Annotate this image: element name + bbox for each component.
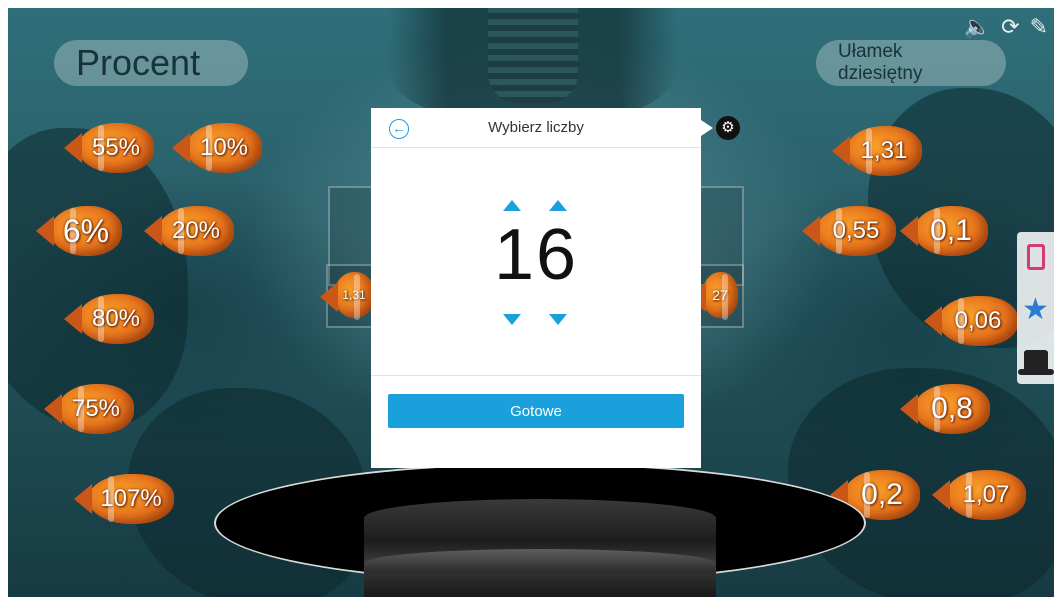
percent-label-text: Procent bbox=[76, 42, 201, 83]
background-rock bbox=[8, 128, 188, 428]
fish-decimal[interactable]: 0,8 bbox=[900, 384, 990, 434]
dialog-header: ← Wybierz liczby bbox=[371, 108, 701, 148]
arrow-left-circle-icon[interactable]: ← bbox=[389, 119, 409, 139]
fish-value: 20% bbox=[171, 217, 221, 244]
fish-value: 75% bbox=[71, 395, 121, 422]
magic-hat-icon[interactable] bbox=[1017, 349, 1054, 375]
fish-percent[interactable]: 10% bbox=[172, 123, 262, 173]
background-pipe bbox=[488, 8, 578, 103]
tens-increment-arrow[interactable] bbox=[503, 200, 521, 211]
fish-decimal[interactable]: 0,55 bbox=[802, 206, 896, 256]
fish-value: 1,31 bbox=[860, 137, 908, 164]
units-increment-arrow[interactable] bbox=[549, 200, 567, 211]
refresh-icon[interactable]: ⟳ bbox=[1001, 14, 1019, 40]
gear-icon[interactable]: ⚙ bbox=[716, 116, 740, 140]
top-toolbar: 🔈 ⟳ ✎ bbox=[964, 14, 1048, 40]
fish-percent[interactable]: 6% bbox=[36, 206, 122, 256]
fish-partial[interactable]: 1,31 bbox=[320, 272, 374, 320]
fish-value: 1,07 bbox=[962, 481, 1010, 508]
fish-value: 1,31 bbox=[342, 288, 366, 302]
fish-value: 0,2 bbox=[861, 478, 903, 511]
percent-column-label: Procent bbox=[54, 40, 248, 86]
fish-partial[interactable]: 27 bbox=[688, 272, 738, 320]
fish-decimal[interactable]: 1,31 bbox=[832, 126, 922, 176]
fish-percent[interactable]: 75% bbox=[44, 384, 134, 434]
fish-value: 107% bbox=[100, 485, 162, 512]
units-decrement-arrow[interactable] bbox=[549, 314, 567, 325]
star-icon[interactable]: ★ bbox=[1022, 294, 1049, 325]
fish-decimal[interactable]: 1,07 bbox=[932, 470, 1026, 520]
pencil-icon[interactable]: ✎ bbox=[1030, 14, 1048, 40]
fish-percent[interactable]: 20% bbox=[144, 206, 234, 256]
number-picker-dialog: ← Wybierz liczby 16 Gotowe bbox=[371, 108, 701, 468]
fish-value: 0,8 bbox=[931, 392, 973, 425]
fish-value: 27 bbox=[712, 287, 728, 303]
tens-decrement-arrow[interactable] bbox=[503, 314, 521, 325]
magic-hat-crown bbox=[364, 499, 716, 597]
fish-value: 80% bbox=[91, 305, 141, 332]
fish-value: 10% bbox=[199, 134, 249, 161]
decimal-column-label: Ułamek dziesiętny bbox=[816, 40, 1006, 86]
side-tool-panel: ★ bbox=[1017, 232, 1054, 384]
fish-percent[interactable]: 55% bbox=[64, 123, 154, 173]
card-icon[interactable] bbox=[1026, 244, 1045, 271]
fish-value: 0,1 bbox=[930, 214, 972, 247]
fish-decimal[interactable]: 0,06 bbox=[924, 296, 1018, 346]
done-button[interactable]: Gotowe bbox=[388, 394, 684, 428]
dialog-title: Wybierz liczby bbox=[488, 119, 584, 136]
decimal-label-text: Ułamek dziesiętny bbox=[838, 41, 923, 84]
dialog-pointer bbox=[701, 120, 713, 136]
fish-percent[interactable]: 107% bbox=[74, 474, 174, 524]
magic-hat bbox=[214, 463, 866, 597]
fish-value: 55% bbox=[91, 134, 141, 161]
picker-value: 16 bbox=[493, 215, 579, 295]
fish-decimal[interactable]: 0,1 bbox=[900, 206, 988, 256]
speaker-icon[interactable]: 🔈 bbox=[964, 14, 991, 40]
done-button-label: Gotowe bbox=[510, 402, 562, 420]
answer-slot-with-fish: 27 bbox=[688, 264, 744, 328]
fish-percent[interactable]: 80% bbox=[64, 294, 154, 344]
fish-value: 0,55 bbox=[832, 217, 880, 244]
fish-value: 0,06 bbox=[954, 307, 1002, 334]
number-picker: 16 bbox=[371, 148, 701, 376]
fish-value: 6% bbox=[62, 212, 110, 249]
